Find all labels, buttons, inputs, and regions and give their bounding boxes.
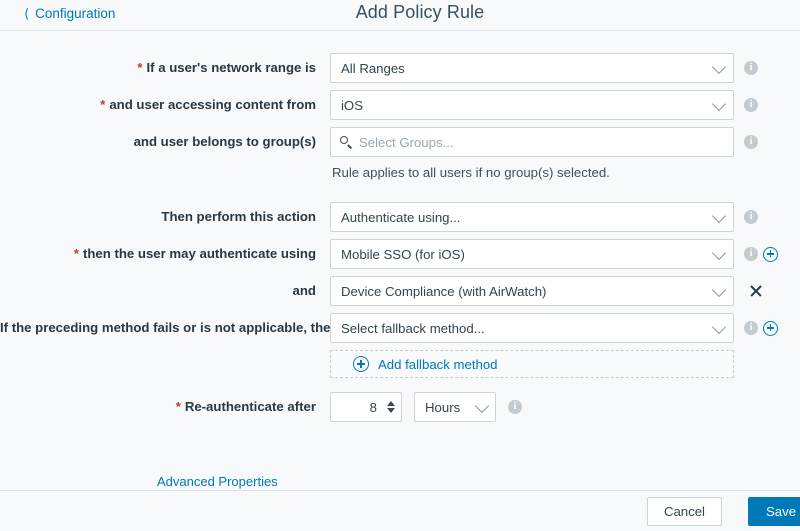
groups-icons: i: [744, 127, 758, 157]
auth-method-icons: i: [744, 239, 778, 269]
cancel-button[interactable]: Cancel: [646, 496, 722, 526]
info-icon[interactable]: i: [744, 135, 758, 149]
plus-circle-icon: [353, 356, 369, 372]
control-fallback-method: Select fallback method... i: [330, 313, 778, 343]
action-icons: i: [744, 202, 758, 232]
info-icon[interactable]: i: [744, 61, 758, 75]
required-asterisk: *: [175, 399, 181, 414]
label-network-range: * If a user's network range is: [137, 60, 316, 75]
add-fallback-method-icon[interactable]: [763, 320, 778, 336]
chevron-down-icon: [474, 398, 490, 414]
control-add-fallback: Add fallback method: [330, 350, 734, 378]
form-row-fallback-method: If the preceding method fails or is not …: [0, 313, 800, 343]
advanced-properties-link[interactable]: Advanced Properties: [157, 474, 278, 489]
save-button[interactable]: Save: [748, 496, 800, 526]
policy-rule-form: * If a user's network range is All Ranges…: [0, 31, 800, 422]
action-select[interactable]: Authenticate using...: [330, 202, 734, 232]
form-row-action: Then perform this action Authenticate us…: [0, 202, 800, 232]
device-type-value: iOS: [341, 97, 363, 113]
chevron-down-icon: [711, 59, 727, 75]
dialog-footer: Cancel Save: [0, 490, 800, 531]
label-fallback-method: If the preceding method fails or is not …: [0, 320, 339, 335]
stepper-down-arrow-icon[interactable]: [387, 408, 395, 413]
info-icon[interactable]: i: [744, 98, 758, 112]
chevron-down-icon: [711, 245, 727, 261]
auth-method-select[interactable]: Mobile SSO (for iOS): [330, 239, 734, 269]
secondary-auth-method-value: Device Compliance (with AirWatch): [341, 283, 547, 299]
label-groups: and user belongs to group(s): [133, 134, 316, 149]
label-device-type: * and user accessing content from: [100, 97, 316, 112]
remove-auth-method-icon[interactable]: [748, 283, 764, 299]
form-row-network-range: * If a user's network range is All Ranges…: [0, 53, 800, 83]
required-asterisk: *: [100, 97, 106, 112]
chevron-down-icon: [711, 208, 727, 224]
add-policy-rule-page: ⟨ Configuration Add Policy Rule * If a us…: [0, 0, 800, 531]
secondary-auth-method-icons: [748, 276, 764, 306]
network-range-icons: i: [744, 53, 758, 83]
groups-search-box[interactable]: Select Groups...: [330, 127, 734, 157]
reauth-value-input[interactable]: [337, 398, 385, 416]
search-icon: [339, 135, 353, 149]
chevron-down-icon: [711, 282, 727, 298]
form-row-secondary-auth-method: and Device Compliance (with AirWatch): [0, 276, 800, 306]
form-row-reauthenticate: *Re-authenticate after Hours: [0, 392, 800, 422]
label-secondary-auth-method: and: [292, 283, 316, 298]
reauth-value-stepper[interactable]: [330, 392, 402, 422]
control-device-type: iOS i: [330, 90, 758, 120]
form-row-group-hint: Rule applies to all users if no group(s)…: [0, 164, 800, 182]
add-fallback-method-label: Add fallback method: [378, 356, 498, 372]
action-value: Authenticate using...: [341, 209, 461, 225]
groups-search-placeholder: Select Groups...: [359, 134, 454, 150]
stepper-up-arrow-icon[interactable]: [387, 401, 395, 406]
form-row-groups: and user belongs to group(s) Select Grou…: [0, 127, 800, 157]
network-range-value: All Ranges: [341, 60, 405, 76]
control-groups: Select Groups... i: [330, 127, 758, 157]
reauth-unit-value: Hours: [425, 399, 461, 415]
auth-method-value: Mobile SSO (for iOS): [341, 246, 465, 262]
label-action: Then perform this action: [161, 209, 316, 224]
required-asterisk: *: [137, 60, 143, 75]
device-type-select[interactable]: iOS: [330, 90, 734, 120]
control-reauthenticate: Hours i: [330, 392, 734, 422]
secondary-auth-method-select[interactable]: Device Compliance (with AirWatch): [330, 276, 734, 306]
form-row-device-type: * and user accessing content from iOS i: [0, 90, 800, 120]
fallback-method-select[interactable]: Select fallback method...: [330, 313, 734, 343]
control-network-range: All Ranges i: [330, 53, 758, 83]
page-title: Add Policy Rule: [355, 2, 485, 22]
form-row-auth-method: * then the user may authenticate using Mo…: [0, 239, 800, 269]
reauth-unit-select[interactable]: Hours: [414, 392, 496, 422]
required-asterisk: *: [73, 246, 79, 261]
label-auth-method: * then the user may authenticate using: [73, 246, 316, 261]
chevron-down-icon: [711, 96, 727, 112]
control-group-hint: Rule applies to all users if no group(s)…: [330, 164, 734, 182]
page-header: ⟨ Configuration Add Policy Rule: [0, 0, 800, 31]
stepper-arrows-icon[interactable]: [385, 398, 397, 416]
add-auth-method-icon[interactable]: [763, 246, 778, 262]
fallback-method-icons: i: [744, 313, 778, 343]
control-secondary-auth-method: Device Compliance (with AirWatch): [330, 276, 734, 306]
info-icon[interactable]: i: [744, 247, 758, 261]
control-action: Authenticate using... i: [330, 202, 758, 232]
fallback-method-value: Select fallback method...: [341, 320, 485, 336]
form-row-add-fallback: Add fallback method: [0, 350, 800, 378]
add-fallback-method-button[interactable]: Add fallback method: [330, 350, 734, 378]
control-auth-method: Mobile SSO (for iOS) i: [330, 239, 778, 269]
device-type-icons: i: [744, 90, 758, 120]
label-reauthenticate: * Re-authenticate after: [175, 399, 316, 414]
info-icon[interactable]: i: [744, 210, 758, 224]
network-range-select[interactable]: All Ranges: [330, 53, 734, 83]
chevron-down-icon: [711, 319, 727, 335]
group-hint-text: Rule applies to all users if no group(s)…: [332, 165, 610, 180]
info-icon[interactable]: i: [508, 400, 522, 414]
info-icon[interactable]: i: [744, 321, 758, 335]
